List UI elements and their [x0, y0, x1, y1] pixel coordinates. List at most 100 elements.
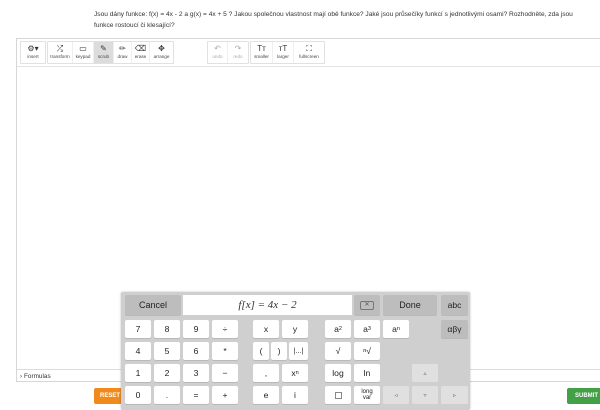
eraser-icon: ⌫ — [134, 44, 147, 53]
arrange-button[interactable]: ✥ arrange — [150, 42, 173, 63]
move-icon: ✥ — [158, 44, 165, 53]
keypad-label: keypad — [75, 54, 91, 59]
key-sqrt[interactable]: √ — [325, 342, 351, 360]
abc-button[interactable]: abc — [441, 295, 468, 315]
key-plus[interactable]: + — [212, 386, 238, 404]
arrow-up-icon: ▵ — [423, 370, 427, 377]
insert-button[interactable]: ⚙▾ insert — [21, 42, 45, 63]
key-2[interactable]: 2 — [154, 364, 180, 382]
arrow-left-button[interactable]: ◃ — [383, 386, 409, 404]
redo-label: redo — [233, 54, 243, 59]
arrow-down-button[interactable]: ▿ — [412, 386, 438, 404]
smaller-label: smaller — [254, 54, 269, 59]
key-absolute[interactable]: |...| — [289, 342, 308, 360]
key-6[interactable]: 6 — [183, 342, 209, 360]
arrow-up-button[interactable]: ▵ — [412, 364, 438, 382]
smaller-button[interactable]: Tт smaller — [251, 42, 273, 63]
toolbar: ⚙▾ insert ⤮ transform ▭ keypad ✎ scrub ✏ draw… — [17, 39, 600, 67]
backspace-button[interactable]: ✕ — [354, 295, 380, 315]
key-x-sub-n[interactable]: xn — [282, 364, 308, 382]
gear-icon: ⚙▾ — [27, 44, 39, 53]
greek-button[interactable]: αβγ — [441, 320, 468, 338]
key-x[interactable]: x — [253, 320, 279, 338]
key-8[interactable]: 8 — [154, 320, 180, 338]
key-ln[interactable]: ln — [354, 364, 380, 382]
key-e[interactable]: e — [253, 386, 279, 404]
key-comma[interactable]: , — [253, 364, 279, 382]
fullscreen-label: fullscreen — [299, 54, 319, 59]
submit-button[interactable]: SUBMIT — [567, 388, 600, 404]
draw-label: draw — [117, 54, 128, 59]
cancel-button[interactable]: Cancel — [125, 295, 181, 315]
insert-label: insert — [27, 54, 39, 59]
draw-button[interactable]: ✏ draw — [114, 42, 132, 63]
pencil-icon: ✏ — [119, 44, 126, 53]
key-3[interactable]: 3 — [183, 364, 209, 382]
question-text: Jsou dány funkce: f(x) = 4x - 2 a g(x) =… — [94, 11, 573, 29]
fullscreen-icon: ⛶ — [306, 44, 312, 53]
formulas-label: Formulas — [24, 373, 51, 380]
key-equals[interactable]: = — [183, 386, 209, 404]
text-smaller-icon: Tт — [257, 44, 266, 53]
erase-label: erase — [134, 54, 147, 59]
toolbar-group-history: ↶ undo ↷ redo — [207, 41, 249, 64]
long-var-line2: var — [362, 395, 372, 401]
arrow-right-icon: ▹ — [452, 392, 456, 399]
key-box[interactable] — [325, 386, 351, 404]
key-9[interactable]: 9 — [183, 320, 209, 338]
arrow-right-button[interactable]: ▹ — [441, 386, 468, 404]
key-long-var[interactable]: long var — [354, 386, 380, 404]
xn-base: x — [291, 368, 296, 378]
arrow-left-icon: ◃ — [394, 392, 398, 399]
erase-button[interactable]: ⌫ erase — [132, 42, 150, 63]
backspace-icon: ✕ — [360, 300, 374, 310]
wand-icon: ✎ — [100, 44, 107, 53]
toolbar-group-tools: ⤮ transform ▭ keypad ✎ scrub ✏ draw ⌫ erase ✥… — [47, 41, 174, 64]
key-a-cubed[interactable]: a3 — [354, 320, 380, 338]
larger-label: larger — [277, 54, 289, 59]
key-left-paren[interactable]: ( — [253, 342, 269, 360]
scrub-button[interactable]: ✎ scrub — [94, 42, 114, 63]
undo-button[interactable]: ↶ undo — [208, 42, 228, 63]
text-larger-icon: тT — [278, 44, 288, 53]
toolbar-group-view: Tт smaller тT larger ⛶ fullscreen — [250, 41, 325, 64]
fullscreen-button[interactable]: ⛶ fullscreen — [294, 42, 324, 63]
key-1[interactable]: 1 — [125, 364, 151, 382]
key-a-squared[interactable]: a2 — [325, 320, 351, 338]
done-button[interactable]: Done — [383, 295, 437, 315]
reset-button[interactable]: RESET — [94, 388, 124, 404]
shuffle-icon: ⤮ — [56, 44, 64, 53]
keypad-button[interactable]: ▭ keypad — [73, 42, 94, 63]
transform-button[interactable]: ⤮ transform — [48, 42, 73, 63]
key-nth-root[interactable]: ⁿ√ — [354, 342, 380, 360]
key-dot[interactable]: . — [154, 386, 180, 404]
placeholder-box-icon — [334, 391, 342, 399]
key-0[interactable]: 0 — [125, 386, 151, 404]
transform-label: transform — [50, 54, 70, 59]
arrange-label: arrange — [153, 54, 170, 59]
keyboard-icon: ▭ — [79, 44, 87, 53]
larger-button[interactable]: тT larger — [273, 42, 294, 63]
key-4[interactable]: 4 — [125, 342, 151, 360]
long-var-label: long var — [361, 389, 372, 401]
redo-button[interactable]: ↷ redo — [228, 42, 248, 63]
formula-display[interactable]: f[x] = 4x − 2 — [183, 295, 352, 315]
chevron-right-icon: › — [20, 374, 22, 380]
toolbar-group-insert: ⚙▾ insert — [20, 41, 46, 64]
key-7[interactable]: 7 — [125, 320, 151, 338]
key-minus[interactable]: − — [212, 364, 238, 382]
key-log[interactable]: log — [325, 364, 351, 382]
key-right-paren[interactable]: ) — [271, 342, 287, 360]
key-divide[interactable]: ÷ — [212, 320, 238, 338]
undo-icon: ↶ — [214, 44, 221, 53]
key-a-power-n[interactable]: an — [383, 320, 409, 338]
key-y[interactable]: y — [282, 320, 308, 338]
arrow-down-icon: ▿ — [423, 392, 427, 399]
math-keypad: Cancel f[x] = 4x − 2 ✕ Done abc 7 8 9 ÷ … — [121, 292, 470, 410]
key-multiply[interactable]: * — [212, 342, 238, 360]
key-5[interactable]: 5 — [154, 342, 180, 360]
scrub-label: scrub — [97, 54, 110, 59]
redo-icon: ↷ — [234, 44, 242, 53]
undo-label: undo — [212, 54, 223, 59]
key-i[interactable]: i — [282, 386, 308, 404]
